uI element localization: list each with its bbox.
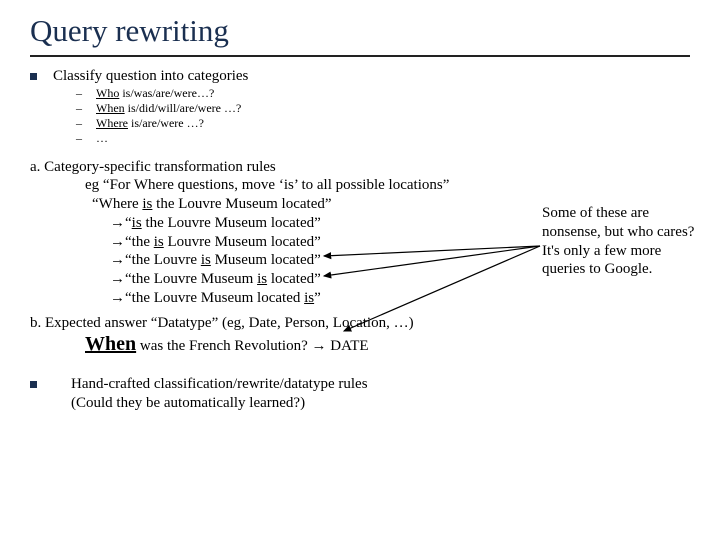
classify-text: Classify question into categories — [53, 67, 248, 86]
rewrite-5: →“the Louvre Museum located is” — [110, 289, 690, 308]
bullet-classify: Classify question into categories — [30, 67, 690, 86]
cat-word: When — [96, 101, 125, 115]
category-where: – Where is/are/were …? — [76, 116, 690, 131]
cat-word: Where — [96, 116, 128, 130]
cat-word: Who — [96, 86, 119, 100]
slide-title: Query rewriting — [30, 12, 690, 51]
section-b-heading: b. Expected answer “Datatype” (eg, Date,… — [30, 314, 690, 333]
dash-icon: – — [76, 86, 96, 101]
square-bullet-icon — [30, 381, 37, 388]
dash-icon: – — [76, 131, 96, 146]
bullet-handcrafted: Hand-crafted classification/rewrite/data… — [30, 375, 690, 413]
category-when: – When is/did/will/are/were …? — [76, 101, 690, 116]
section-b-example: When was the French Revolution? → DATE — [85, 332, 690, 357]
cat-rest: is/was/are/were…? — [119, 86, 214, 100]
cat-rest: is/did/will/are/were …? — [125, 101, 242, 115]
handcrafted-line2: (Could they be automatically learned?) — [71, 394, 368, 413]
side-note: Some of these are nonsense, but who care… — [542, 204, 697, 279]
section-a-heading: a. Category-specific transformation rule… — [30, 158, 690, 177]
dash-icon: – — [76, 116, 96, 131]
square-bullet-icon — [30, 73, 37, 80]
category-ellipsis: – … — [76, 131, 690, 146]
dash-icon: – — [76, 101, 96, 116]
cat-rest: is/are/were …? — [128, 116, 204, 130]
section-a-example: eg “For Where questions, move ‘is’ to al… — [85, 176, 690, 195]
cat-rest: … — [96, 131, 108, 145]
handcrafted-line1: Hand-crafted classification/rewrite/data… — [71, 375, 368, 394]
title-underline — [30, 55, 690, 57]
category-who: – Who is/was/are/were…? — [76, 86, 690, 101]
